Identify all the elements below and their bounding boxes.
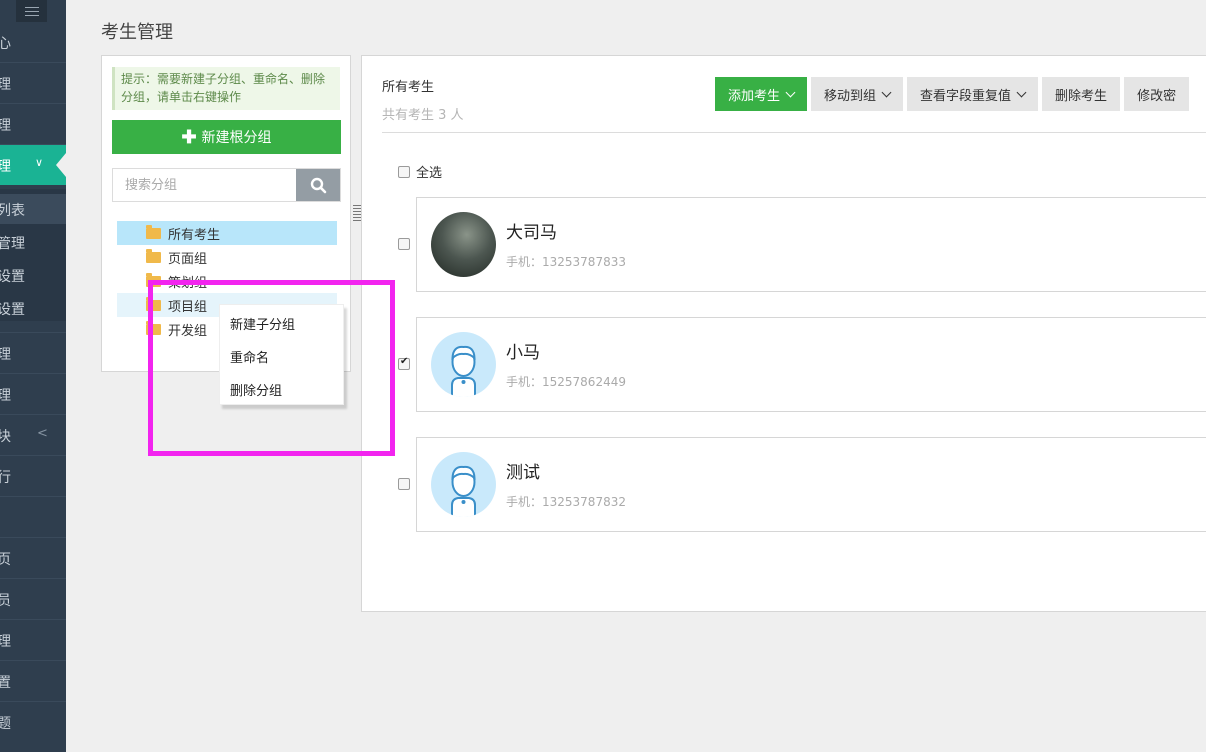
- student-checkbox[interactable]: [398, 478, 410, 490]
- sidebar-item[interactable]: 心: [0, 33, 66, 53]
- chevron-down-icon: [785, 87, 796, 97]
- user-avatar-icon: [451, 465, 476, 517]
- student-name: 大司马: [506, 223, 557, 243]
- user-avatar-icon: [451, 345, 476, 397]
- search-icon: [310, 177, 326, 193]
- student-row: 小马 手机：15257862449: [398, 317, 1206, 412]
- sidebar-divider: [0, 373, 66, 374]
- sidebar: 心 理 理 理 ∨ 列表 管理 设置 设置 理 理 块 < 行 页 员 理 置 题: [0, 0, 66, 752]
- student-checkbox[interactable]: [398, 356, 410, 370]
- sidebar-divider: [0, 578, 66, 579]
- avatar: [431, 452, 496, 517]
- student-card[interactable]: 小马 手机：15257862449: [416, 317, 1206, 412]
- sidebar-divider: [0, 62, 66, 63]
- tree-node[interactable]: 页面组: [117, 245, 337, 269]
- folder-icon: [146, 321, 161, 335]
- student-phone: 手机：13253787833: [506, 255, 626, 269]
- folder-icon: [146, 297, 161, 311]
- tip-text: 提示：需要新建子分组、重命名、删除分组，请单击右键操作: [112, 67, 340, 110]
- sidebar-item[interactable]: 页: [0, 549, 66, 569]
- sidebar-item[interactable]: 理: [0, 74, 66, 94]
- menu-item-delete-group[interactable]: 删除分组: [220, 375, 343, 408]
- sidebar-divider: [0, 537, 66, 538]
- sidebar-divider: [0, 455, 66, 456]
- sidebar-subitem[interactable]: 设置: [0, 299, 66, 319]
- avatar: [431, 212, 496, 277]
- delete-student-button[interactable]: 删除考生: [1042, 77, 1121, 111]
- student-phone: 手机：13253787832: [506, 495, 626, 509]
- sidebar-item[interactable]: 员: [0, 590, 66, 610]
- divider: [382, 132, 1206, 133]
- folder-icon: [146, 225, 161, 239]
- group-search: [112, 168, 341, 202]
- page-title: 考生管理: [101, 22, 173, 43]
- toolbar: 添加考生 移动到组 查看字段重复值 删除考生 修改密: [715, 77, 1190, 111]
- sidebar-item[interactable]: 理: [0, 385, 66, 405]
- sidebar-divider: [0, 701, 66, 702]
- sidebar-item-active[interactable]: 理 ∨: [0, 145, 66, 185]
- change-password-button[interactable]: 修改密: [1124, 77, 1190, 111]
- select-all[interactable]: 全选: [398, 162, 442, 181]
- menu-item-new-subgroup[interactable]: 新建子分组: [220, 309, 343, 342]
- sidebar-item[interactable]: 置: [0, 672, 66, 692]
- sidebar-item[interactable]: 理: [0, 344, 66, 364]
- student-card[interactable]: 测试 手机：13253787832: [416, 437, 1206, 532]
- sidebar-item[interactable]: 题: [0, 713, 66, 733]
- context-menu: 新建子分组 重命名 删除分组: [219, 304, 344, 405]
- sidebar-item[interactable]: 行: [0, 467, 66, 487]
- student-name: 测试: [506, 463, 540, 483]
- sidebar-item[interactable]: 理: [0, 631, 66, 651]
- sidebar-divider: [0, 414, 66, 415]
- sidebar-divider: [0, 103, 66, 104]
- student-name: 小马: [506, 343, 540, 363]
- tree-node[interactable]: 策划组: [117, 269, 337, 293]
- select-all-checkbox[interactable]: [398, 165, 410, 178]
- sidebar-subitem[interactable]: 管理: [0, 233, 66, 253]
- student-phone: 手机：15257862449: [506, 375, 626, 389]
- search-button[interactable]: [296, 169, 340, 201]
- group-search-input[interactable]: [113, 169, 296, 201]
- chevron-down-icon: [1016, 87, 1027, 97]
- student-card[interactable]: 大司马 手机：13253787833: [416, 197, 1206, 292]
- student-panel: 所有考生 共有考生 3 人 添加考生 移动到组 查看字段重复值 删除考生 修改密…: [361, 55, 1206, 612]
- student-checkbox[interactable]: [398, 238, 410, 250]
- chevron-down-icon: [881, 87, 892, 97]
- menu-item-rename[interactable]: 重命名: [220, 342, 343, 375]
- sidebar-divider: [0, 660, 66, 661]
- chevron-down-icon: ∨: [35, 156, 44, 169]
- new-root-group-button[interactable]: ✚ 新建根分组: [112, 120, 341, 154]
- student-row: 大司马 手机：13253787833: [398, 197, 1206, 292]
- student-count: 共有考生 3 人: [382, 108, 464, 123]
- menu-toggle-icon[interactable]: [16, 0, 47, 22]
- folder-icon: [146, 249, 161, 263]
- sidebar-subitem-selected[interactable]: 列表: [0, 194, 66, 224]
- sidebar-subitem[interactable]: 设置: [0, 266, 66, 286]
- plus-icon: ✚: [181, 127, 197, 147]
- sidebar-divider: [0, 332, 66, 333]
- add-student-button[interactable]: 添加考生: [715, 77, 808, 111]
- tree-node[interactable]: 所有考生: [117, 221, 337, 245]
- sidebar-divider: [0, 496, 66, 497]
- sidebar-item[interactable]: 块 <: [0, 426, 66, 446]
- check-duplicates-button[interactable]: 查看字段重复值: [907, 77, 1039, 111]
- resize-handle[interactable]: [352, 205, 361, 223]
- sidebar-item[interactable]: 理: [0, 115, 66, 135]
- folder-icon: [146, 273, 161, 287]
- move-to-group-button[interactable]: 移动到组: [811, 77, 904, 111]
- panel-title: 所有考生: [382, 80, 435, 95]
- sidebar-divider: [0, 619, 66, 620]
- chevron-left-icon: <: [37, 426, 48, 441]
- student-row: 测试 手机：13253787832: [398, 437, 1206, 532]
- avatar: [431, 332, 496, 397]
- active-notch: [56, 153, 66, 177]
